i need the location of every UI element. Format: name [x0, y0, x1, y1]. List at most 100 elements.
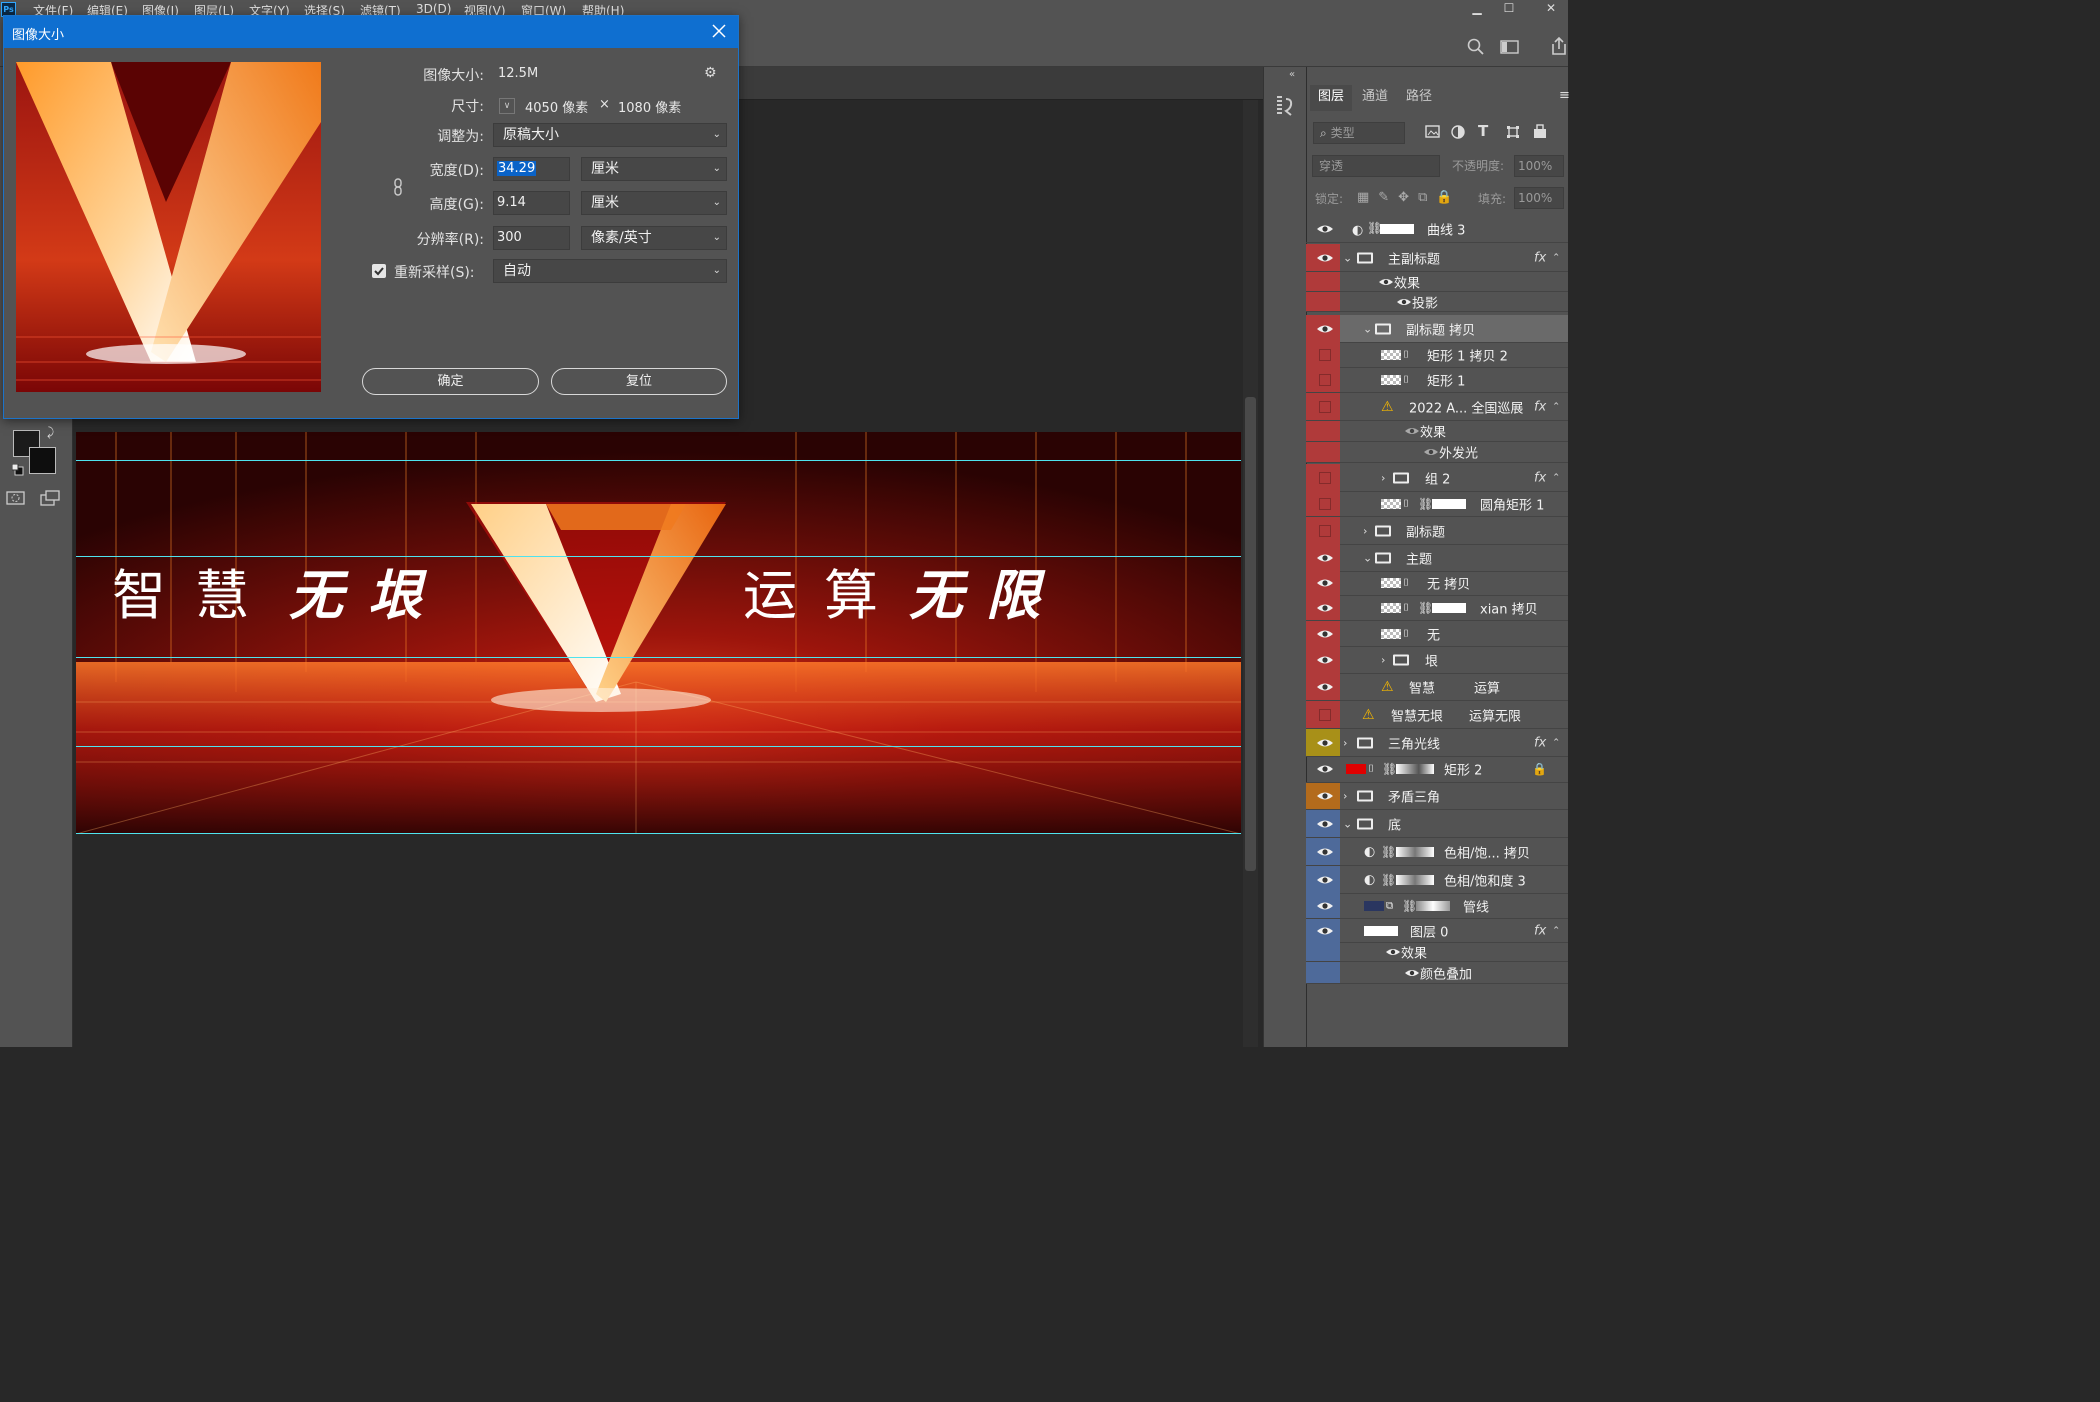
resample-select[interactable]: 自动 ⌄: [493, 259, 727, 283]
layer-effect-row[interactable]: 效果: [1306, 272, 1568, 292]
visibility-eye-icon[interactable]: [1316, 223, 1334, 235]
visibility-eye-icon[interactable]: [1316, 602, 1334, 614]
visibility-eye-icon[interactable]: [1316, 577, 1334, 589]
collapse-panel-icon[interactable]: «: [1289, 69, 1295, 80]
chevron-down-icon[interactable]: ⌄: [1363, 322, 1372, 335]
layer-row[interactable]: ⌷ ⛓ xian 拷贝: [1306, 595, 1568, 621]
tab-paths[interactable]: 路径: [1398, 85, 1440, 111]
filter-type-icon[interactable]: T: [1478, 122, 1488, 140]
tab-layers[interactable]: 图层: [1310, 85, 1353, 111]
background-color-swatch[interactable]: [29, 447, 56, 474]
resolution-unit-select[interactable]: 像素/英寸 ⌄: [581, 226, 727, 250]
tab-channels[interactable]: 通道: [1354, 85, 1396, 111]
chevron-up-icon[interactable]: ⌃: [1552, 925, 1560, 936]
layer-row[interactable]: › 三角光线 fx ⌃: [1306, 729, 1568, 757]
screen-mode-icon[interactable]: [40, 489, 64, 507]
height-unit-select[interactable]: 厘米 ⌄: [581, 191, 727, 215]
filter-pixel-icon[interactable]: [1425, 125, 1440, 138]
fit-to-select[interactable]: 原稿大小 ⌄: [493, 123, 727, 147]
filter-smart-object-icon[interactable]: [1533, 124, 1547, 139]
quick-mask-icon[interactable]: [6, 490, 26, 506]
fx-icon[interactable]: fx: [1534, 923, 1546, 938]
layer-effect-row[interactable]: 颜色叠加: [1306, 962, 1568, 984]
visibility-eye-icon[interactable]: [1316, 818, 1334, 830]
chevron-up-icon[interactable]: ⌃: [1552, 401, 1560, 412]
layer-row[interactable]: ⚠ 智慧 运算: [1306, 673, 1568, 701]
chevron-up-icon[interactable]: ⌃: [1552, 472, 1560, 483]
guide-line[interactable]: [76, 833, 1241, 834]
visibility-toggle-empty[interactable]: [1319, 471, 1331, 484]
layer-row[interactable]: › 垠: [1306, 646, 1568, 674]
visibility-toggle-empty[interactable]: [1319, 497, 1331, 510]
chevron-right-icon[interactable]: ›: [1381, 471, 1385, 484]
layer-row[interactable]: › 矛盾三角: [1306, 783, 1568, 810]
effect-eye-icon[interactable]: [1404, 426, 1420, 436]
scrollbar-thumb[interactable]: [1245, 397, 1256, 871]
layer-row[interactable]: ◐ ⛓ 曲线 3: [1306, 216, 1568, 243]
chevron-down-icon[interactable]: ⌄: [1343, 817, 1352, 830]
visibility-eye-icon[interactable]: [1316, 628, 1334, 640]
minimize-icon[interactable]: ▁: [1462, 0, 1492, 19]
layer-row[interactable]: ⌷ ⛓ 圆角矩形 1: [1306, 491, 1568, 517]
layer-row[interactable]: ⌷ 无 拷贝: [1306, 570, 1568, 596]
effect-eye-icon[interactable]: [1396, 297, 1412, 307]
fill-field[interactable]: 100%: [1514, 187, 1564, 209]
visibility-eye-icon[interactable]: [1316, 846, 1334, 858]
layer-effect-row[interactable]: 效果: [1306, 421, 1568, 442]
maximize-icon[interactable]: ☐: [1494, 0, 1524, 19]
layer-row[interactable]: ⌷ 矩形 1: [1306, 367, 1568, 393]
fx-icon[interactable]: fx: [1534, 470, 1546, 485]
chevron-up-icon[interactable]: ⌃: [1552, 737, 1560, 748]
layer-row[interactable]: ⧉ ⛓ 管线: [1306, 893, 1568, 919]
effect-eye-icon[interactable]: [1385, 947, 1401, 957]
layer-row[interactable]: ⌷ 无: [1306, 621, 1568, 647]
visibility-eye-icon[interactable]: [1316, 900, 1334, 912]
visibility-eye-icon[interactable]: [1316, 681, 1334, 693]
image-preview[interactable]: [16, 62, 321, 392]
opacity-field[interactable]: 100%: [1514, 155, 1564, 177]
visibility-toggle-empty[interactable]: [1319, 400, 1331, 413]
chevron-right-icon[interactable]: ›: [1381, 653, 1385, 666]
layer-row[interactable]: ⚠ 2022 A... 全国巡展 fx ⌃: [1306, 393, 1568, 421]
visibility-toggle-empty[interactable]: [1319, 348, 1331, 361]
visibility-toggle-empty[interactable]: [1319, 524, 1331, 537]
visibility-eye-icon[interactable]: [1316, 323, 1334, 335]
canvas-image[interactable]: 智 慧 无 垠 运 算 无 限: [76, 432, 1241, 834]
visibility-eye-icon[interactable]: [1316, 252, 1334, 264]
effect-eye-icon[interactable]: [1404, 968, 1420, 978]
layer-row[interactable]: ⚠ 智慧无垠 运算无限: [1306, 701, 1568, 729]
lock-icons[interactable]: ▦✎✥⧉🔒: [1357, 190, 1462, 205]
chevron-right-icon[interactable]: ›: [1343, 736, 1347, 749]
layer-effect-row[interactable]: 外发光: [1306, 442, 1568, 463]
layer-row[interactable]: ⌷ ⛓ 矩形 2 🔒: [1306, 756, 1568, 783]
properties-panel-icon[interactable]: [1274, 95, 1294, 117]
layer-row[interactable]: ⌄ 副标题 拷贝: [1306, 315, 1568, 343]
width-input[interactable]: 34.29: [493, 157, 570, 181]
guide-line[interactable]: [76, 657, 1241, 658]
layer-filter-select[interactable]: ⌕ 类型: [1313, 122, 1405, 144]
visibility-toggle-empty[interactable]: [1319, 708, 1331, 721]
visibility-toggle-empty[interactable]: [1319, 373, 1331, 386]
guide-line[interactable]: [76, 556, 1241, 557]
effect-eye-icon[interactable]: [1423, 447, 1439, 457]
layer-row[interactable]: ◐ ⛓ 色相/饱和度 3: [1306, 866, 1568, 894]
chevron-down-icon[interactable]: ⌄: [1363, 551, 1372, 564]
dimensions-unit-dropdown[interactable]: ∨: [499, 98, 515, 114]
close-icon[interactable]: [712, 24, 726, 38]
filter-adjustment-icon[interactable]: [1451, 125, 1465, 139]
layer-row[interactable]: 图层 0 fx ⌃: [1306, 919, 1568, 943]
visibility-eye-icon[interactable]: [1316, 874, 1334, 886]
gear-icon[interactable]: ⚙: [704, 65, 717, 81]
layer-row[interactable]: › 副标题: [1306, 517, 1568, 545]
close-window-icon[interactable]: ✕: [1536, 0, 1566, 19]
guide-line[interactable]: [76, 746, 1241, 747]
width-unit-select[interactable]: 厘米 ⌄: [581, 157, 727, 181]
share-icon[interactable]: [1550, 36, 1568, 56]
chevron-up-icon[interactable]: ⌃: [1552, 252, 1560, 263]
ok-button[interactable]: 确定: [362, 368, 539, 395]
filter-shape-icon[interactable]: [1506, 125, 1520, 139]
resolution-input[interactable]: 300: [493, 226, 570, 250]
visibility-eye-icon[interactable]: [1316, 654, 1334, 666]
visibility-eye-icon[interactable]: [1316, 763, 1334, 775]
search-icon[interactable]: [1467, 38, 1485, 56]
